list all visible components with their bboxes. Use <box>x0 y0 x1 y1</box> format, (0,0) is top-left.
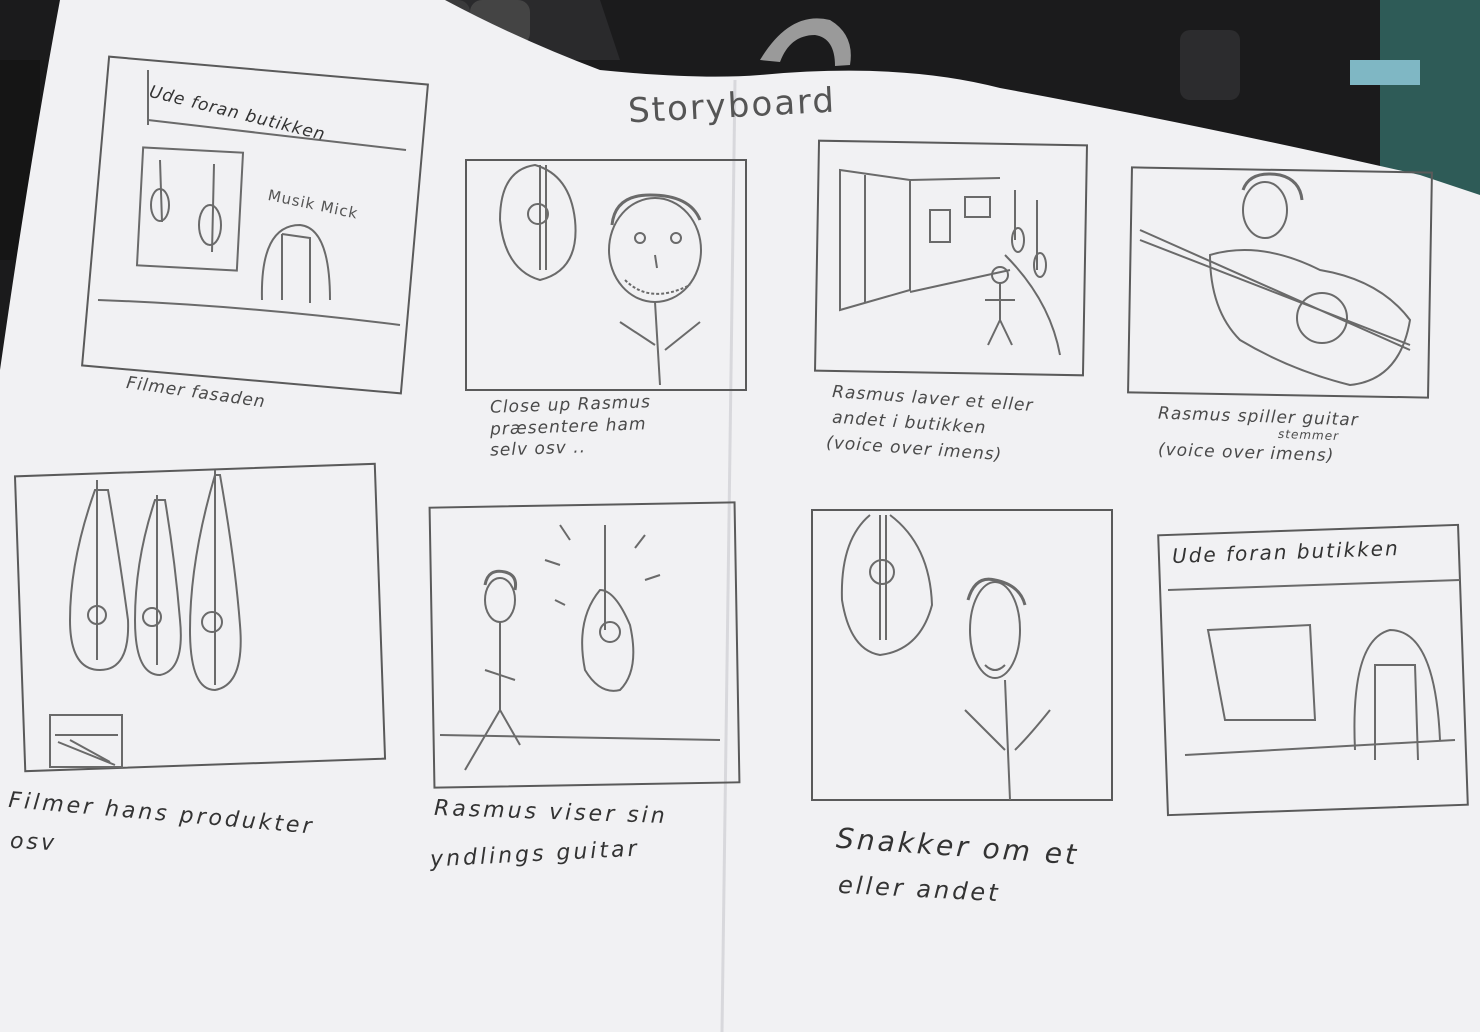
storyboard-paper <box>0 0 1480 1032</box>
panel-2-caption-line-3: selv osv .. <box>489 437 587 461</box>
panel-5-caption-line-2: osv <box>9 828 58 857</box>
panel-4-note: stemmer <box>1277 426 1340 444</box>
